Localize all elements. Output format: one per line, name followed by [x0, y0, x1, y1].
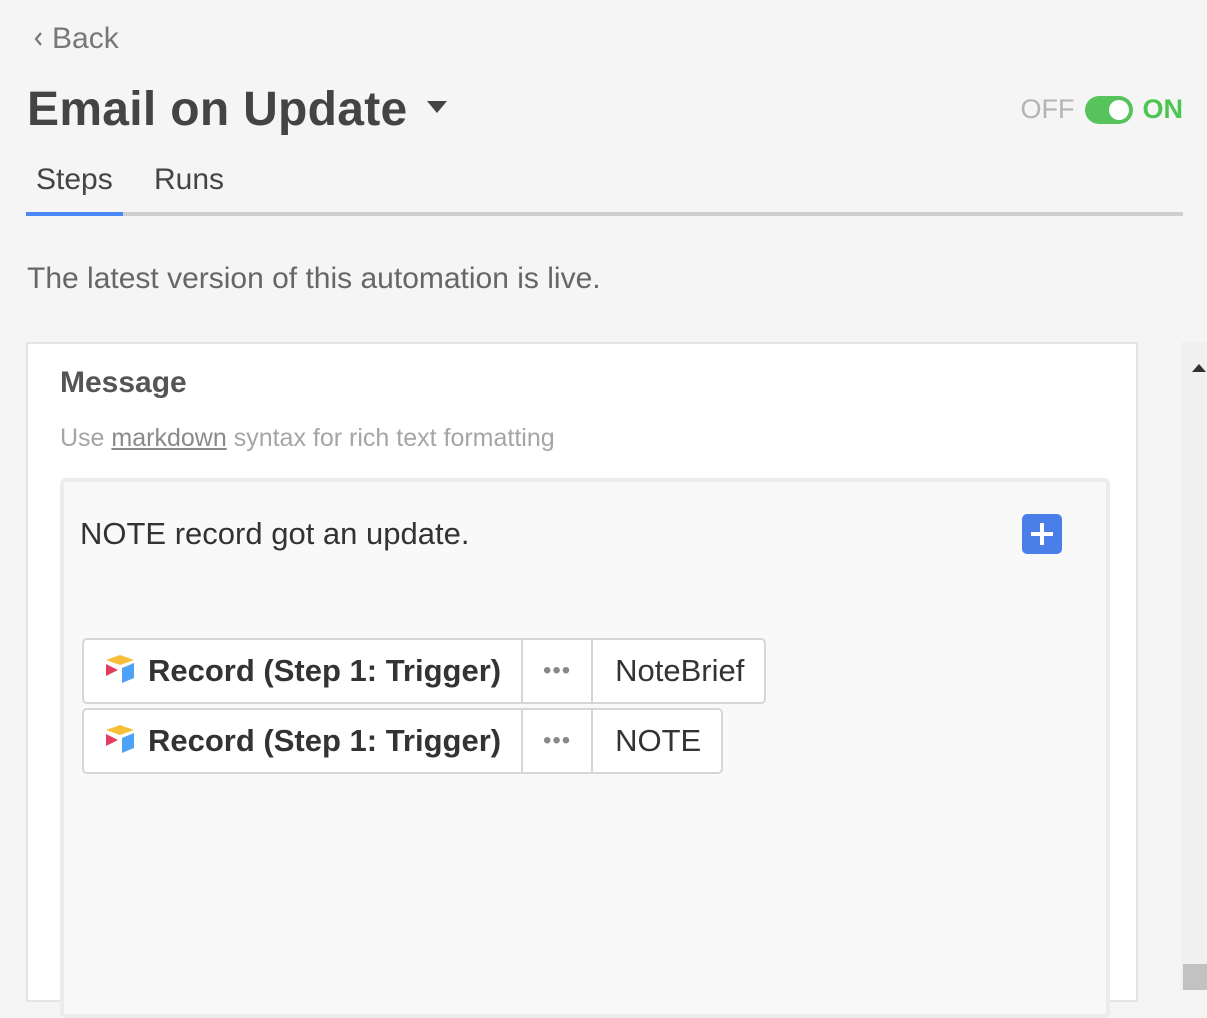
scrollbar-thumb[interactable] — [1183, 964, 1207, 990]
automation-toggle: OFF ON — [1021, 94, 1184, 125]
scroll-up-arrow-icon[interactable] — [1192, 364, 1206, 372]
message-editor[interactable]: NOTE record got an update. Record (Step … — [60, 478, 1110, 1018]
markdown-link[interactable]: markdown — [111, 424, 226, 452]
back-label: Back — [52, 22, 119, 55]
token-field-name[interactable]: NOTE — [593, 710, 721, 772]
tab-runs[interactable]: Runs — [154, 163, 224, 197]
token-source-label: Record (Step 1: Trigger) — [148, 653, 502, 688]
toggle-switch[interactable] — [1084, 95, 1133, 124]
hint-suffix: syntax for rich text formatting — [233, 424, 555, 452]
page-title: Email on Update — [27, 83, 408, 136]
token-field-name[interactable]: NoteBrief — [593, 640, 764, 702]
toggle-knob — [1108, 99, 1129, 120]
token-source: Record (Step 1: Trigger) — [84, 710, 521, 772]
step-panel: Message Use markdown syntax for rich tex… — [26, 342, 1138, 1018]
tab-steps[interactable]: Steps — [36, 163, 113, 197]
token-source-label: Record (Step 1: Trigger) — [148, 723, 502, 758]
token-more-button[interactable]: ••• — [521, 710, 594, 772]
toggle-on-label: ON — [1142, 94, 1184, 124]
airtable-logo-icon — [104, 724, 136, 759]
back-link[interactable]: Back — [32, 22, 119, 56]
tab-divider — [26, 212, 1183, 216]
active-tab-indicator — [26, 212, 123, 216]
status-message: The latest version of this automation is… — [27, 262, 601, 295]
token-more-button[interactable]: ••• — [521, 640, 594, 702]
chevron-left-icon — [32, 30, 44, 48]
title-row: Email on Update — [27, 82, 448, 137]
message-label: Message — [60, 366, 187, 399]
token-source: Record (Step 1: Trigger) — [84, 640, 521, 702]
add-field-button[interactable] — [1022, 514, 1062, 554]
toggle-off-label: OFF — [1020, 94, 1075, 124]
caret-down-icon[interactable] — [426, 100, 448, 119]
message-hint: Use markdown syntax for rich text format… — [60, 424, 555, 453]
airtable-logo-icon — [104, 654, 136, 689]
field-token[interactable]: Record (Step 1: Trigger) ••• NOTE — [82, 708, 724, 774]
scrollbar-track[interactable] — [1181, 342, 1207, 990]
field-token[interactable]: Record (Step 1: Trigger) ••• NoteBrief — [82, 638, 767, 704]
hint-prefix: Use — [60, 424, 105, 452]
message-body-text: NOTE record got an update. — [80, 516, 470, 551]
tab-bar: Steps Runs — [26, 160, 1183, 216]
